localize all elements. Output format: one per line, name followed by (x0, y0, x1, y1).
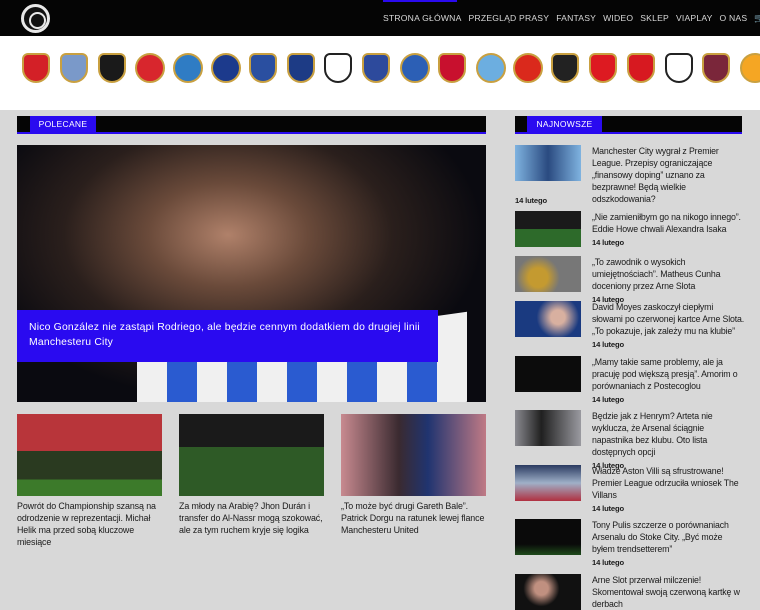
latest-tab: NAJNOWSZE (527, 116, 602, 132)
crest-fulham-icon[interactable] (324, 53, 353, 83)
article-title[interactable]: Za młody na Arabię? Jhon Durán i transfe… (179, 500, 327, 536)
featured-tab: POLECANE (30, 116, 96, 132)
latest-thumbnail[interactable] (515, 410, 581, 446)
latest-title[interactable]: Będzie jak z Henrym? Arteta nie wyklucza… (592, 411, 713, 457)
latest-date: 14 lutego (515, 196, 547, 205)
active-nav-indicator (383, 0, 457, 2)
latest-title[interactable]: „To zawodnik o wysokich umiejętnościach”… (592, 257, 721, 291)
latest-title[interactable]: „Nie zamieniłbym go na nikogo innego”. E… (592, 212, 741, 234)
latest-title[interactable]: „Mamy takie same problemy, ale ja pracuj… (592, 357, 738, 391)
cart-icon[interactable]: 🛒 (754, 13, 760, 24)
latest-date: 14 lutego (592, 558, 624, 567)
crest-everton-icon[interactable] (286, 53, 315, 83)
crest-wolves-icon[interactable] (740, 53, 760, 83)
latest-date: 14 lutego (592, 395, 624, 404)
crest-southampton-icon[interactable] (626, 53, 655, 83)
latest-title[interactable]: David Moyes zaskoczył ciepłymi słowami p… (592, 302, 744, 336)
crest-chelsea-icon[interactable] (211, 53, 241, 83)
latest-date: 14 lutego (592, 238, 624, 247)
crest-tottenham-icon[interactable] (664, 53, 693, 83)
crest-bournemouth-icon[interactable] (97, 53, 126, 83)
top-navbar: STRONA GŁÓWNA PRZEGLĄD PRASY FANTASY WID… (0, 0, 760, 36)
crest-crystal-palace-icon[interactable] (248, 53, 277, 83)
latest-thumbnail[interactable] (515, 356, 581, 392)
latest-thumbnail[interactable] (515, 211, 581, 247)
nav-viaplay[interactable]: VIAPLAY (676, 13, 713, 24)
nav-about[interactable]: O NAS (720, 13, 748, 24)
crest-manchester-city-icon[interactable] (475, 53, 506, 83)
nav-press-review[interactable]: PRZEGLĄD PRASY (469, 13, 550, 24)
latest-title[interactable]: Tony Pulis szczerze o porównaniach Arsen… (592, 520, 729, 554)
crest-leicester-icon[interactable] (400, 53, 430, 83)
crest-west-ham-icon[interactable] (702, 53, 731, 83)
article-thumbnail[interactable] (179, 414, 324, 496)
article-title[interactable]: Powrót do Championship szansą na odrodze… (17, 500, 165, 548)
latest-date: 14 lutego (592, 504, 624, 513)
site-logo[interactable] (21, 4, 50, 33)
crest-nottingham-forest-icon[interactable] (589, 53, 617, 83)
latest-title[interactable]: Manchester City wygrał z Premier League.… (592, 146, 719, 204)
latest-thumbnail[interactable] (515, 574, 581, 610)
article-title[interactable]: „To może być drugi Gareth Bale”. Patrick… (341, 500, 489, 536)
nav-video[interactable]: WIDEO (603, 13, 633, 24)
article-thumbnail[interactable] (17, 414, 162, 496)
hero-image[interactable] (17, 145, 486, 402)
latest-section-header: NAJNOWSZE (515, 116, 742, 134)
latest-date: 14 lutego (592, 340, 624, 349)
nav-home[interactable]: STRONA GŁÓWNA (383, 13, 462, 24)
crest-aston-villa-icon[interactable] (59, 53, 88, 83)
crest-brighton-icon[interactable] (173, 53, 204, 83)
nav-fantasy[interactable]: FANTASY (556, 13, 596, 24)
club-crests-bar (0, 36, 760, 110)
latest-thumbnail[interactable] (515, 519, 581, 555)
crest-newcastle-icon[interactable] (551, 53, 580, 83)
crest-arsenal-icon[interactable] (22, 53, 50, 83)
crest-ipswich-icon[interactable] (362, 53, 391, 83)
latest-thumbnail[interactable] (515, 145, 581, 181)
latest-thumbnail[interactable] (515, 465, 581, 501)
latest-thumbnail[interactable] (515, 301, 581, 337)
crest-manchester-united-icon[interactable] (513, 53, 544, 83)
latest-thumbnail[interactable] (515, 256, 581, 292)
nav-shop[interactable]: SKLEP (640, 13, 669, 24)
crest-brentford-icon[interactable] (135, 53, 166, 83)
article-thumbnail[interactable] (341, 414, 486, 496)
crest-liverpool-icon[interactable] (437, 53, 466, 83)
featured-section-header: POLECANE (17, 116, 486, 134)
main-nav: STRONA GŁÓWNA PRZEGLĄD PRASY FANTASY WID… (383, 13, 760, 24)
latest-title[interactable]: Władze Aston Villi są sfrustrowane! Prem… (592, 466, 739, 500)
hero-title[interactable]: Nico González nie zastąpi Rodriego, ale … (17, 310, 438, 362)
latest-title[interactable]: Arne Slot przerwał milczenie! Skomentowa… (592, 575, 740, 609)
